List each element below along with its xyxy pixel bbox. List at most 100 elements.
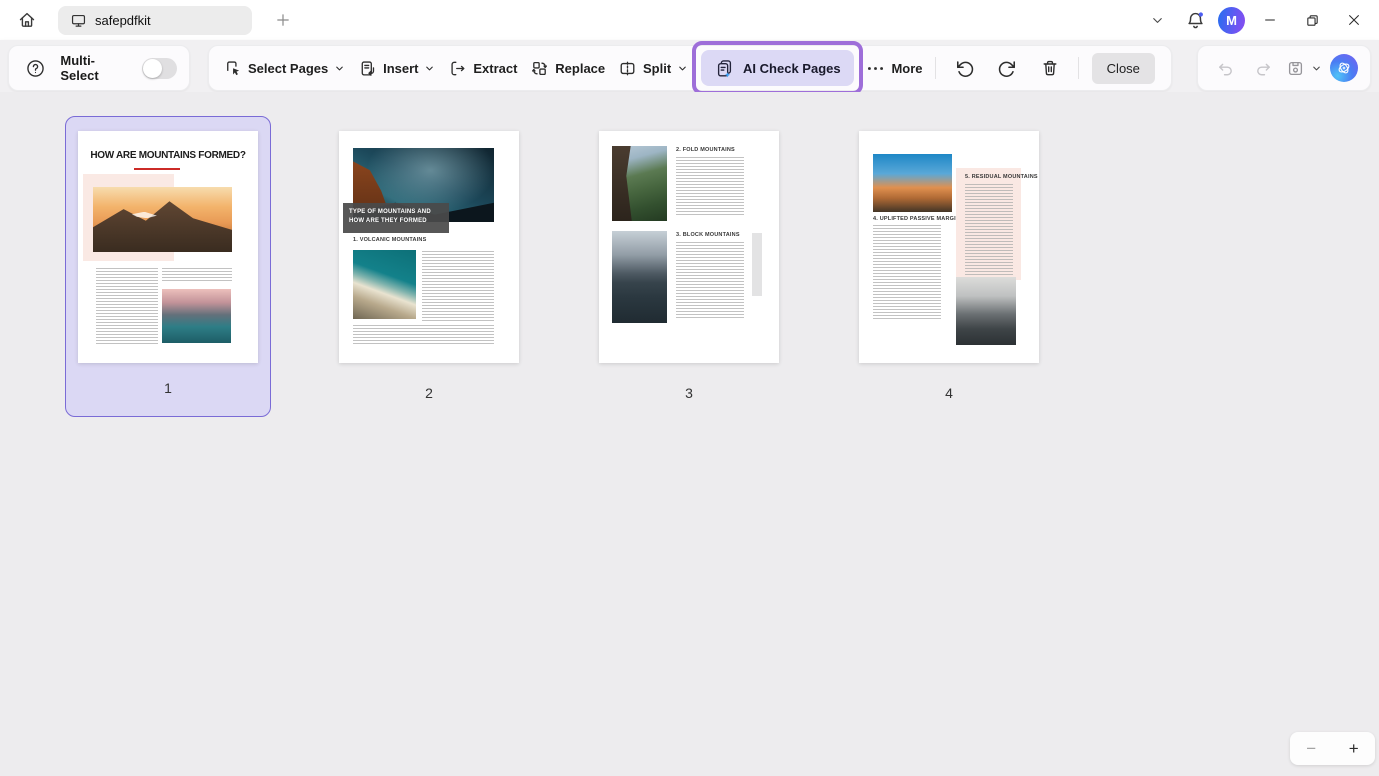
ai-atom-icon [1335,59,1353,77]
undo-disabled-button[interactable] [1210,53,1240,83]
body-text-column [162,268,232,283]
pages-canvas: HOW ARE MOUNTAINS FORMED? 1 TYPE OF MOUN… [0,92,1379,776]
ai-check-pages-wrap: AI Check Pages [701,50,854,86]
tab-title: safepdfkit [95,13,151,28]
page-4-preview: 4. UPLIFTED PASSIVE MARGINS 5. RESIDUAL … [859,131,1039,363]
ai-check-pages-button[interactable]: AI Check Pages [701,50,854,86]
replace-button[interactable]: Replace [530,59,605,78]
page-number: 4 [859,385,1039,401]
close-organizer-button[interactable]: Close [1092,53,1155,84]
mountain-sunset-photo [93,187,232,252]
document-tab[interactable]: safepdfkit [58,6,252,35]
section-heading: 2. FOLD MOUNTAINS [676,147,735,153]
chevron-down-icon [677,63,688,74]
home-icon [17,10,37,30]
body-text-column [676,242,744,320]
page-1-preview: HOW ARE MOUNTAINS FORMED? [78,131,258,363]
chevron-down-icon [334,63,345,74]
gray-peak-photo [956,277,1016,345]
body-text-column [96,268,158,344]
avatar-initial: M [1226,13,1237,28]
more-dots-icon [866,59,885,78]
gray-scroll-bar [752,233,762,296]
insert-button[interactable]: Insert [358,59,435,78]
help-icon [25,58,46,79]
mountain-reflection-photo [612,231,667,323]
restore-icon [1304,12,1321,29]
user-avatar[interactable]: M [1218,7,1245,34]
body-text-column [965,184,1013,276]
body-text-column [422,251,494,321]
trash-icon [1040,58,1060,78]
toggle-knob [143,59,162,78]
redo-disabled-button[interactable] [1248,53,1278,83]
ai-check-pages-label: AI Check Pages [743,61,841,76]
undo-icon [954,58,975,79]
redo-button[interactable] [992,53,1022,83]
page-number: 1 [78,380,258,396]
chevron-down-icon [1311,63,1322,74]
zoom-controls: − + [1290,732,1375,765]
plus-icon [275,12,291,28]
titlebar-dropdown-button[interactable] [1142,5,1172,35]
redo-icon [1254,59,1273,78]
delete-page-button[interactable] [1035,53,1065,83]
toolbar-separator [935,57,936,79]
new-tab-button[interactable] [268,5,298,35]
split-button[interactable]: Split [618,59,688,78]
section-heading: 1. VOLCANIC MOUNTAINS [353,237,426,243]
replace-icon [530,59,549,78]
display-icon [70,12,87,29]
body-text-column [873,225,941,319]
notifications-button[interactable] [1180,5,1210,35]
page-1-title: HOW ARE MOUNTAINS FORMED? [78,150,258,161]
app-window: safepdfkit [0,0,1379,776]
more-button[interactable]: More [866,59,922,78]
replace-label: Replace [555,61,605,76]
title-bar: safepdfkit [0,0,1379,40]
valley-photo [612,146,667,221]
more-label: More [891,61,922,76]
title-underline [134,168,180,170]
select-pages-button[interactable]: Select Pages [223,59,345,78]
undo-button[interactable] [949,53,979,83]
hot-spring-photo [353,250,416,319]
page-tools-group: Select Pages Insert [208,45,1172,91]
extract-button[interactable]: Extract [448,59,517,78]
ai-assistant-button[interactable] [1330,54,1358,82]
body-text-paragraph [353,325,494,346]
page-number: 2 [339,385,519,401]
history-save-group [1197,45,1371,91]
multi-select-toggle[interactable] [142,58,177,79]
chevron-down-icon [1150,13,1165,28]
save-button[interactable] [1286,59,1322,78]
page-thumbnail-1[interactable]: HOW ARE MOUNTAINS FORMED? 1 [65,116,271,417]
section-heading: 5. RESIDUAL MOUNTAINS [965,174,1038,180]
restore-button[interactable] [1295,3,1329,37]
multi-select-group: Multi-Select [8,45,190,91]
zoom-in-button[interactable]: + [1333,739,1376,759]
close-window-button[interactable] [1337,3,1371,37]
minimize-icon [1262,12,1278,28]
home-button[interactable] [12,5,42,35]
zoom-out-button[interactable]: − [1290,739,1333,759]
section-heading: 4. UPLIFTED PASSIVE MARGINS [873,216,964,222]
undo-icon [1216,59,1235,78]
page-2-preview: TYPE OF MOUNTAINS AND HOW ARE THEY FORME… [339,131,519,363]
redo-icon [997,58,1018,79]
bell-icon [1185,10,1206,31]
split-icon [618,59,637,78]
select-pages-icon [223,59,242,78]
insert-icon [358,59,377,78]
section-heading: 3. BLOCK MOUNTAINS [676,232,740,238]
extract-icon [448,59,467,78]
page-3-preview: 2. FOLD MOUNTAINS 3. BLOCK MOUNTAINS [599,131,779,363]
minimize-button[interactable] [1253,3,1287,37]
page-organizer-toolbar: Multi-Select Select Pages [0,40,1379,92]
help-button[interactable] [21,53,50,83]
page-2-overlay-title: TYPE OF MOUNTAINS AND HOW ARE THEY FORME… [343,203,449,233]
ai-pages-icon [714,58,735,79]
chevron-down-icon [424,63,435,74]
toolbar-separator [1078,57,1079,79]
insert-label: Insert [383,61,418,76]
